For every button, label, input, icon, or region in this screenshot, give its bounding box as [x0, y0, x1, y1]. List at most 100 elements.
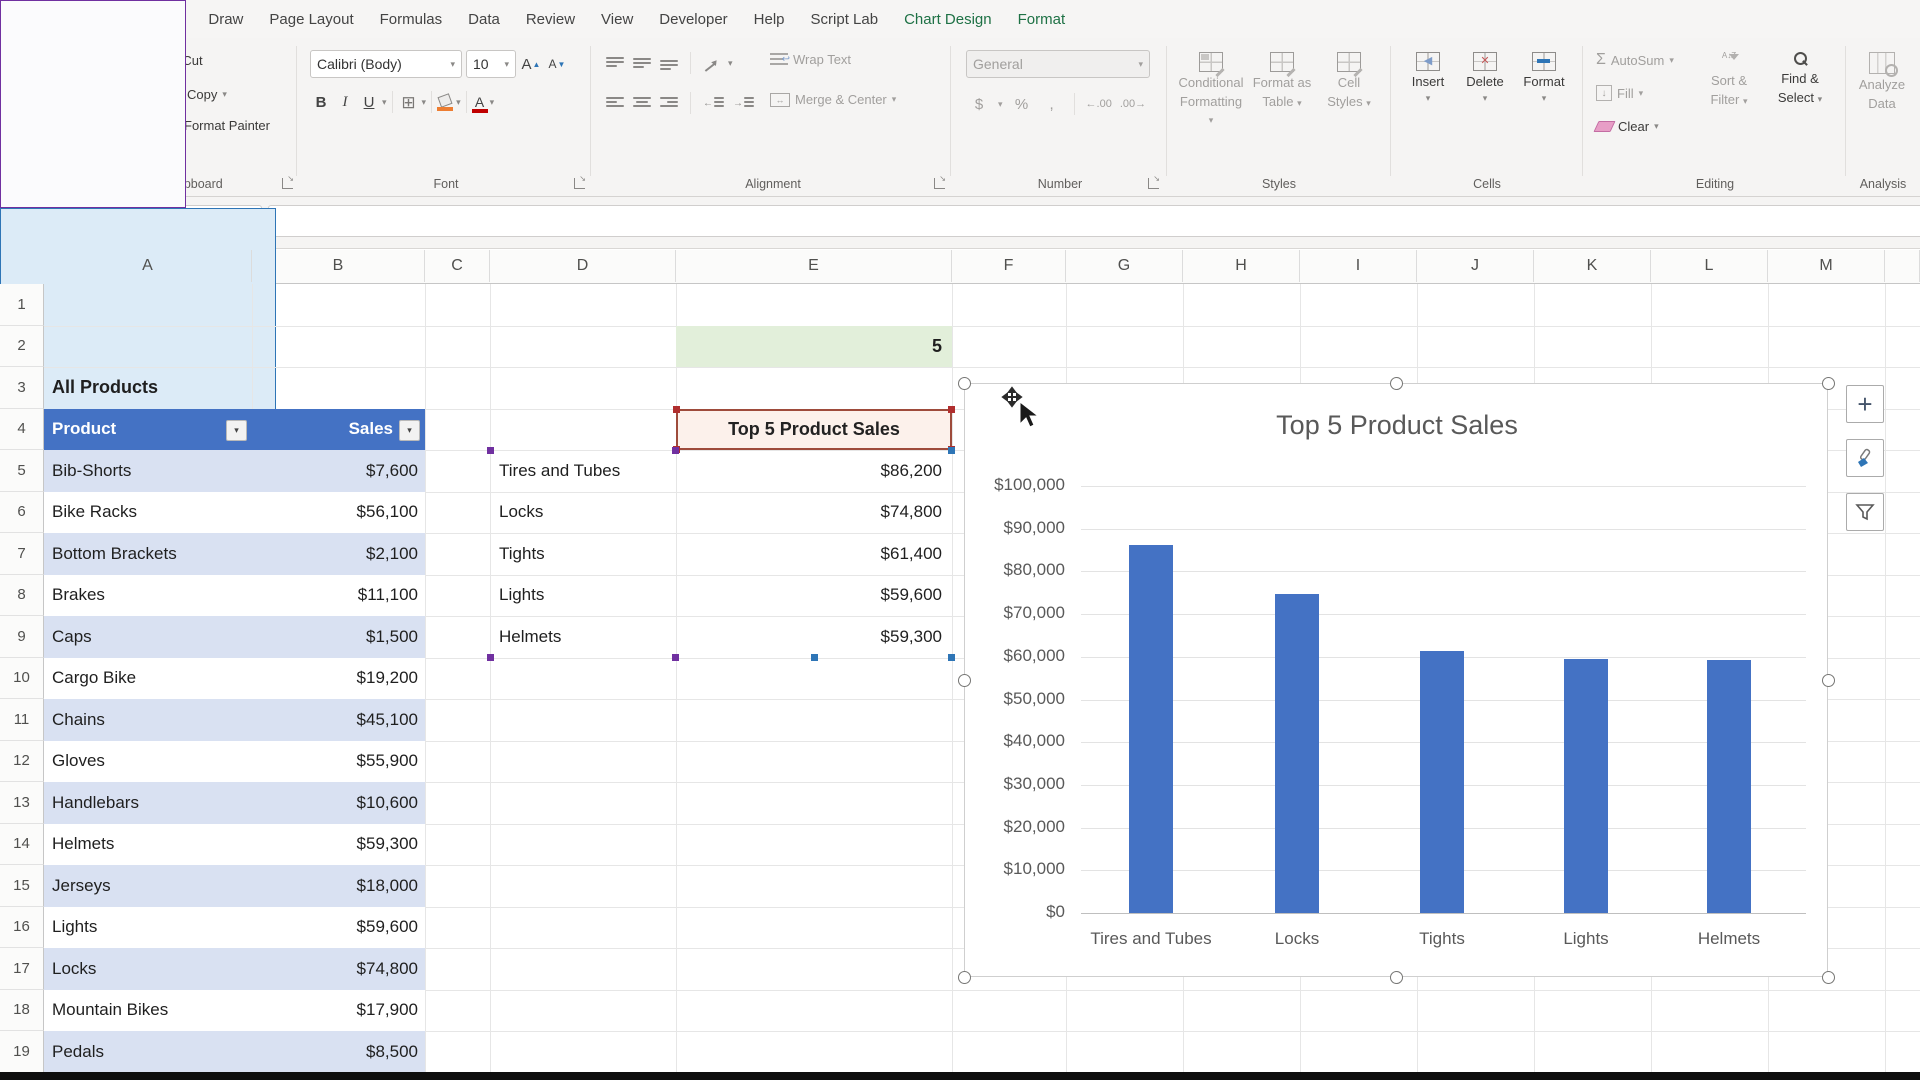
row-header-8[interactable]: 8 — [0, 575, 44, 617]
table-cell-sales[interactable]: $55,900 — [252, 741, 425, 783]
table-header-product[interactable]: Product — [44, 409, 252, 451]
row-header-10[interactable]: 10 — [0, 658, 44, 700]
row-header-3[interactable]: 3 — [0, 367, 44, 409]
chart-bar[interactable] — [1275, 594, 1319, 913]
chart-selection-handle[interactable] — [958, 971, 971, 984]
cell-all-products[interactable]: All Products — [52, 367, 352, 409]
table-cell-sales[interactable]: $74,800 — [252, 948, 425, 990]
range-handle-values[interactable] — [948, 447, 955, 454]
column-header-F[interactable]: F — [952, 250, 1066, 282]
cell-top5-value[interactable]: $59,300 — [676, 616, 952, 658]
chart-elements-button[interactable]: + — [1846, 385, 1884, 423]
chart-selection-handle[interactable] — [1822, 971, 1835, 984]
table-cell-sales[interactable]: $18,000 — [252, 865, 425, 907]
table-cell-product[interactable]: Cargo Bike — [44, 658, 252, 700]
table-cell-product[interactable]: Bib-Shorts — [44, 450, 252, 492]
range-handle-names[interactable] — [487, 447, 494, 454]
column-header-L[interactable]: L — [1651, 250, 1768, 282]
row-header-14[interactable]: 14 — [0, 824, 44, 866]
column-header-I[interactable]: I — [1300, 250, 1417, 282]
row-header-9[interactable]: 9 — [0, 616, 44, 658]
cell-top5-name[interactable]: Lights — [490, 575, 676, 617]
cell-top-n[interactable]: 5 — [676, 326, 952, 368]
chart-bar[interactable] — [1707, 660, 1751, 913]
chart-bar[interactable] — [1129, 545, 1173, 913]
table-cell-sales[interactable]: $59,300 — [252, 824, 425, 866]
column-header-M[interactable]: M — [1768, 250, 1885, 282]
row-header-2[interactable]: 2 — [0, 326, 44, 368]
table-cell-sales[interactable]: $11,100 — [252, 575, 425, 617]
row-header-19[interactable]: 19 — [0, 1031, 44, 1073]
range-handle-series[interactable] — [673, 406, 680, 413]
cell-top5-name[interactable]: Locks — [490, 492, 676, 534]
range-handle-values[interactable] — [948, 654, 955, 661]
table-cell-product[interactable]: Chains — [44, 699, 252, 741]
row-header-12[interactable]: 12 — [0, 741, 44, 783]
chart-selection-handle[interactable] — [1822, 377, 1835, 390]
table-cell-product[interactable]: Pedals — [44, 1031, 252, 1073]
row-header-17[interactable]: 17 — [0, 948, 44, 990]
table-cell-product[interactable]: Jerseys — [44, 865, 252, 907]
range-handle-names[interactable] — [487, 654, 494, 661]
table-cell-sales[interactable]: $1,500 — [252, 616, 425, 658]
column-header-E[interactable]: E — [676, 250, 952, 282]
table-cell-sales[interactable]: $59,600 — [252, 907, 425, 949]
table-cell-product[interactable]: Locks — [44, 948, 252, 990]
row-header-13[interactable]: 13 — [0, 782, 44, 824]
cell-top5-value[interactable]: $59,600 — [676, 575, 952, 617]
cell-top5-value[interactable]: $74,800 — [676, 492, 952, 534]
chart-selection-handle[interactable] — [958, 674, 971, 687]
table-cell-product[interactable]: Caps — [44, 616, 252, 658]
chart-styles-button[interactable] — [1846, 439, 1884, 477]
cell-top5-value[interactable]: $61,400 — [676, 533, 952, 575]
column-header-B[interactable]: B — [252, 250, 425, 282]
table-cell-product[interactable]: Bottom Brackets — [44, 533, 252, 575]
column-header-H[interactable]: H — [1183, 250, 1300, 282]
chart-filters-button[interactable] — [1846, 493, 1884, 531]
cell-top5-name[interactable]: Tires and Tubes — [490, 450, 676, 492]
column-header-J[interactable]: J — [1417, 250, 1534, 282]
chart-selection-handle[interactable] — [1390, 971, 1403, 984]
row-header-15[interactable]: 15 — [0, 865, 44, 907]
filter-button-product[interactable]: ▾ — [226, 420, 247, 441]
row-header-18[interactable]: 18 — [0, 990, 44, 1032]
cell-top5-value[interactable]: $86,200 — [676, 450, 952, 492]
table-cell-product[interactable]: Brakes — [44, 575, 252, 617]
column-header-partial[interactable] — [1885, 250, 1920, 282]
row-header-16[interactable]: 16 — [0, 907, 44, 949]
range-handle-series[interactable] — [948, 406, 955, 413]
row-header-11[interactable]: 11 — [0, 699, 44, 741]
chart[interactable]: Top 5 Product Sales$0$10,000$20,000$30,0… — [964, 383, 1828, 977]
chart-bar[interactable] — [1420, 651, 1464, 913]
column-header-K[interactable]: K — [1534, 250, 1651, 282]
cell-series-header[interactable]: Top 5 Product Sales — [676, 409, 952, 451]
table-cell-sales[interactable]: $45,100 — [252, 699, 425, 741]
chart-bar[interactable] — [1564, 659, 1608, 913]
chart-selection-handle[interactable] — [1390, 377, 1403, 390]
column-header-C[interactable]: C — [425, 250, 490, 282]
row-header-4[interactable]: 4 — [0, 409, 44, 451]
row-header-1[interactable]: 1 — [0, 284, 44, 326]
table-cell-sales[interactable]: $56,100 — [252, 492, 425, 534]
table-cell-product[interactable]: Gloves — [44, 741, 252, 783]
table-cell-product[interactable]: Bike Racks — [44, 492, 252, 534]
table-cell-product[interactable]: Helmets — [44, 824, 252, 866]
worksheet-grid[interactable]: ABCDEFGHIJKLM123456789101112131415161718… — [0, 0, 1920, 1080]
row-header-6[interactable]: 6 — [0, 492, 44, 534]
range-handle-values[interactable] — [811, 654, 818, 661]
filter-button-sales[interactable]: ▾ — [399, 420, 420, 441]
table-cell-product[interactable]: Lights — [44, 907, 252, 949]
table-cell-sales[interactable]: $17,900 — [252, 990, 425, 1032]
table-cell-sales[interactable]: $19,200 — [252, 658, 425, 700]
column-header-D[interactable]: D — [490, 250, 676, 282]
chart-selection-handle[interactable] — [958, 377, 971, 390]
table-cell-sales[interactable]: $8,500 — [252, 1031, 425, 1073]
range-category-names[interactable] — [0, 0, 186, 208]
table-cell-sales[interactable]: $10,600 — [252, 782, 425, 824]
column-header-A[interactable]: A — [44, 250, 252, 282]
table-cell-product[interactable]: Handlebars — [44, 782, 252, 824]
row-header-7[interactable]: 7 — [0, 533, 44, 575]
cell-top5-name[interactable]: Helmets — [490, 616, 676, 658]
row-header-5[interactable]: 5 — [0, 450, 44, 492]
table-cell-product[interactable]: Mountain Bikes — [44, 990, 252, 1032]
